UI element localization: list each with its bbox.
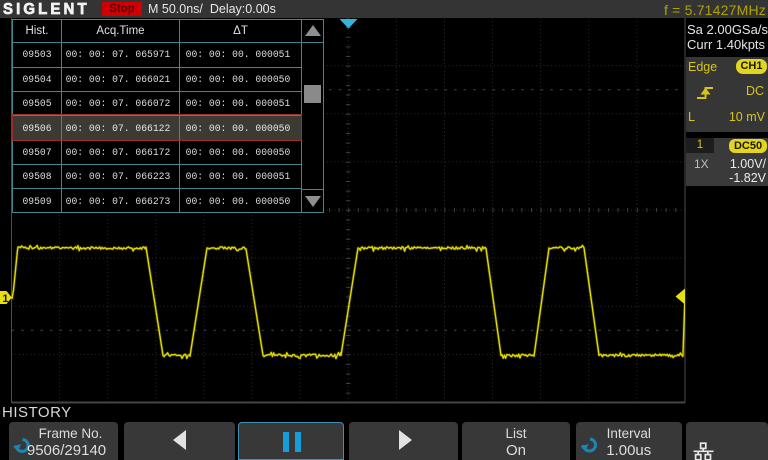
svg-text:1: 1: [2, 293, 8, 305]
